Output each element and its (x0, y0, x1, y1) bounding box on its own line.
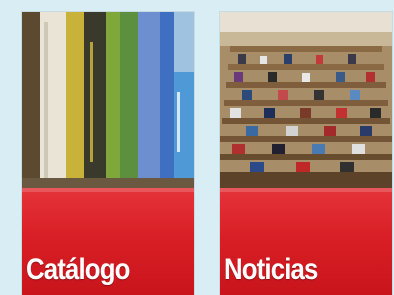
bookshelf-image (22, 12, 194, 188)
lecture-hall-image (220, 12, 392, 188)
catalog-label: Catálogo (26, 253, 130, 286)
news-tile[interactable]: Noticias (220, 12, 392, 295)
news-label: Noticias (224, 253, 318, 286)
catalog-tile[interactable]: Catálogo (22, 12, 194, 295)
